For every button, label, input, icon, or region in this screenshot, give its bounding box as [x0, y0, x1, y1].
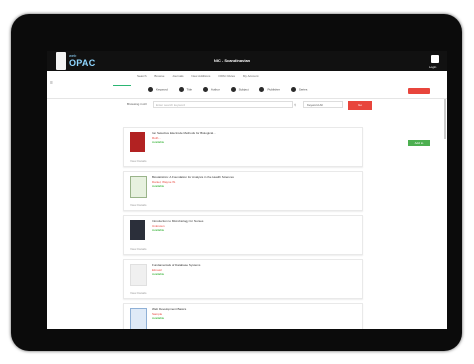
radio-title[interactable]: Title — [178, 87, 192, 92]
add-button[interactable]: Add to — [408, 140, 430, 146]
nav-opac-rules[interactable]: OPAC Rules — [218, 74, 235, 78]
radio-dot-icon — [259, 87, 265, 92]
result-status: Available — [152, 316, 165, 320]
result-title[interactable]: Biostatistics: A Foundation for Analysis… — [152, 175, 234, 179]
view-details-link[interactable]: View Details — [130, 247, 146, 251]
book-cover-image[interactable] — [130, 264, 147, 286]
top-bar: web OPAC NIC - Scandinavian Login — [47, 51, 447, 71]
nav-search[interactable]: Search — [137, 74, 147, 78]
book-cover-image[interactable] — [130, 308, 147, 329]
result-title[interactable]: Web Development Basics — [152, 307, 186, 311]
tablet-frame: web OPAC NIC - Scandinavian Login ≡ Sear… — [11, 14, 462, 351]
radio-publisher[interactable]: Publisher — [259, 87, 280, 92]
book-cover-image[interactable] — [130, 176, 147, 198]
radio-dot-icon — [178, 87, 184, 92]
radio-keyword[interactable]: Keyword — [148, 87, 168, 92]
view-details-link[interactable]: View Details — [130, 159, 146, 163]
view-details-link[interactable]: View Details — [130, 291, 146, 295]
book-cover-image[interactable] — [130, 220, 145, 240]
radio-subject[interactable]: Subject — [230, 87, 249, 92]
search-icon[interactable]: ⚲ — [294, 103, 296, 107]
book-cover-image[interactable] — [130, 132, 145, 152]
result-status: Available — [152, 272, 165, 276]
radio-author[interactable]: Author — [202, 87, 220, 92]
user-icon[interactable] — [431, 55, 439, 63]
search-type-options: Keyword Title Author Subject Publisher S… — [148, 87, 317, 92]
login-label[interactable]: Login — [429, 65, 436, 69]
result-card[interactable]: Web Development Basics Sample Available — [123, 303, 363, 329]
radio-dot-icon — [230, 87, 236, 92]
search-field-select[interactable]: Keyword All — [303, 101, 343, 108]
active-underline — [113, 85, 131, 86]
page-title: NIC - Scandinavian — [213, 58, 251, 63]
result-title[interactable]: Ion Selective Electrode Methods for Biol… — [152, 131, 216, 135]
book-icon — [56, 52, 66, 70]
opac-screen: web OPAC NIC - Scandinavian Login ≡ Sear… — [47, 51, 447, 329]
result-card[interactable]: Biostatistics: A Foundation for Analysis… — [123, 171, 363, 211]
search-input[interactable]: Enter search keyword — [153, 101, 293, 108]
scrollbar[interactable] — [444, 99, 446, 139]
result-title[interactable]: Fundamentals of Database Systems — [152, 263, 200, 267]
browse-label: Browsing in All — [127, 102, 147, 106]
result-card[interactable]: Introduction to Microbiology for Nurses … — [123, 215, 363, 255]
result-status: Available — [152, 140, 165, 144]
divider — [47, 98, 447, 99]
go-button[interactable]: Go — [348, 101, 372, 110]
result-status: Available — [152, 228, 165, 232]
nav-new-additions[interactable]: New Additions — [191, 74, 210, 78]
menu-icon[interactable]: ≡ — [50, 80, 53, 86]
logo-text[interactable]: OPAC — [69, 58, 96, 68]
radio-series[interactable]: Series — [290, 87, 307, 92]
nav-my-account[interactable]: My Account — [243, 74, 259, 78]
result-card[interactable]: Fundamentals of Database Systems Elmasri… — [123, 259, 363, 299]
result-status: Available — [152, 184, 165, 188]
result-card[interactable]: Ion Selective Electrode Methods for Biol… — [123, 127, 363, 167]
result-title[interactable]: Introduction to Microbiology for Nurses — [152, 219, 203, 223]
view-details-link[interactable]: View Details — [130, 203, 146, 207]
reset-button[interactable] — [408, 88, 430, 94]
radio-dot-icon — [290, 87, 296, 92]
radio-dot-icon — [202, 87, 208, 92]
nav-journals[interactable]: Journals — [172, 74, 183, 78]
nav-browse[interactable]: Browse — [154, 74, 164, 78]
radio-dot-icon — [148, 87, 153, 92]
top-nav: Search Browse Journals New Additions OPA… — [137, 74, 265, 78]
